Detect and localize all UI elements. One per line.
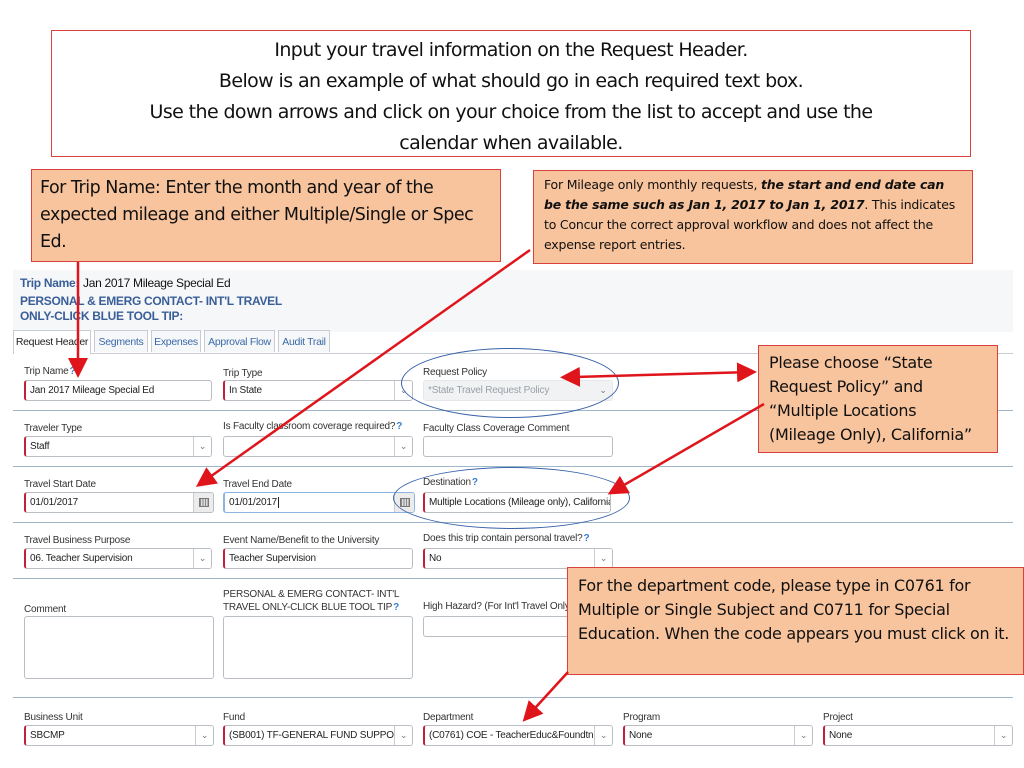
high-hazard-input[interactable] <box>423 616 573 637</box>
help-icon[interactable]: ? <box>396 421 402 432</box>
start-date-label: Travel Start Date <box>24 479 96 490</box>
event-name-input[interactable]: Teacher Supervision <box>223 548 413 569</box>
request-policy-value: *State Travel Request Policy <box>428 385 550 396</box>
tooltip-title: PERSONAL & EMERG CONTACT- INT'L TRAVEL O… <box>20 294 282 324</box>
chevron-down-icon[interactable]: ⌄ <box>394 437 412 456</box>
text-cursor <box>278 497 280 508</box>
business-purpose-value: 06. Teacher Supervision <box>30 553 133 564</box>
trip-type-select[interactable]: In State ⌄ <box>223 380 413 401</box>
department-select[interactable]: (C0761) COE - TeacherEduc&Foundtn TI ⌄ <box>423 725 613 746</box>
start-date-input[interactable]: 01/01/2017 <box>24 492 214 513</box>
faculty-coverage-label: Is Faculty classroom coverage required?? <box>223 421 403 432</box>
business-purpose-label: Travel Business Purpose <box>24 535 131 546</box>
fund-select[interactable]: (SB001) TF-GENERAL FUND SUPPORT ⌄ <box>223 725 413 746</box>
tab-expenses[interactable]: Expenses <box>151 330 201 352</box>
faculty-comment-label: Faculty Class Coverage Comment <box>423 423 570 434</box>
instruction-line: Use the down arrows and click on your ch… <box>149 101 874 123</box>
request-header-bar: Trip Name: Jan 2017 Mileage Special Ed PE… <box>13 270 1013 332</box>
chevron-down-icon[interactable]: ⌄ <box>193 549 211 568</box>
chevron-down-icon[interactable]: ⌄ <box>394 726 412 745</box>
tab-request-header[interactable]: Request Header <box>13 330 91 354</box>
program-label: Program <box>623 712 660 723</box>
fund-label: Fund <box>223 712 245 723</box>
start-date-value: 01/01/2017 <box>30 497 79 508</box>
trip-type-label: Trip Type <box>223 368 263 379</box>
tab-audit-trail[interactable]: Audit Trail <box>278 330 330 352</box>
traveler-type-select[interactable]: Staff ⌄ <box>24 436 212 457</box>
mileage-date-callout: For Mileage only monthly requests, the s… <box>533 170 973 264</box>
request-policy-label: Request Policy <box>423 367 487 378</box>
trip-name-input[interactable]: Jan 2017 Mileage Special Ed <box>24 380 212 401</box>
program-value: None <box>629 730 653 741</box>
trip-type-value: In State <box>229 385 262 396</box>
chevron-down-icon[interactable]: ⌄ <box>594 726 612 745</box>
help-icon[interactable]: ? <box>393 602 399 613</box>
personal-travel-select[interactable]: No ⌄ <box>423 548 613 569</box>
instruction-line: Input your travel information on the Req… <box>274 39 748 61</box>
traveler-type-label: Traveler Type <box>24 423 82 434</box>
end-date-value: 01/01/2017 <box>229 497 278 508</box>
instruction-line: Below is an example of what should go in… <box>218 70 804 92</box>
section-divider <box>13 697 1013 698</box>
chevron-down-icon[interactable]: ⌄ <box>594 549 612 568</box>
callout-text: For Mileage only monthly requests, <box>544 177 761 192</box>
business-unit-label: Business Unit <box>24 712 83 723</box>
project-select[interactable]: None ⌄ <box>823 725 1013 746</box>
traveler-type-value: Staff <box>30 441 50 452</box>
section-divider <box>13 522 1013 523</box>
end-date-label: Travel End Date <box>223 479 292 490</box>
emerg-contact-label: PERSONAL & EMERG CONTACT- INT'L TRAVEL O… <box>223 589 400 613</box>
department-callout: For the department code, please type in … <box>567 567 1024 675</box>
trip-title-value: Jan 2017 Mileage Special Ed <box>83 276 231 290</box>
fund-value: (SB001) TF-GENERAL FUND SUPPORT <box>229 730 407 741</box>
end-date-input[interactable]: 01/01/2017 <box>223 492 415 513</box>
chevron-down-icon[interactable]: ⌄ <box>794 726 812 745</box>
high-hazard-label: High Hazard? (For Int'l Travel Only) <box>423 601 573 612</box>
business-purpose-select[interactable]: 06. Teacher Supervision ⌄ <box>24 548 212 569</box>
instructions-box: Input your travel information on the Req… <box>51 30 971 157</box>
help-icon[interactable]: ? <box>70 366 76 377</box>
policy-callout: Please choose “State Request Policy” and… <box>758 345 998 453</box>
event-name-label: Event Name/Benefit to the University <box>223 535 380 546</box>
project-label: Project <box>823 712 853 723</box>
personal-travel-value: No <box>429 553 442 564</box>
comment-textarea[interactable] <box>24 616 214 679</box>
calendar-icon[interactable] <box>193 493 213 512</box>
tooltip-title-line: ONLY-CLICK BLUE TOOL TIP: <box>20 309 183 323</box>
calendar-icon[interactable] <box>394 493 414 512</box>
chevron-down-icon[interactable]: ⌄ <box>994 726 1012 745</box>
trip-title: Trip Name: Jan 2017 Mileage Special Ed <box>20 276 231 290</box>
program-select[interactable]: None ⌄ <box>623 725 813 746</box>
department-value: (C0761) COE - TeacherEduc&Foundtn TI <box>429 730 605 741</box>
chevron-down-icon[interactable]: ⌄ <box>394 381 412 400</box>
chevron-down-icon[interactable]: ⌄ <box>193 437 211 456</box>
project-value: None <box>829 730 853 741</box>
tooltip-title-line: PERSONAL & EMERG CONTACT- INT'L TRAVEL <box>20 294 282 308</box>
instruction-line: calendar when available. <box>399 132 623 154</box>
destination-input[interactable]: Multiple Locations (Mileage only), Calif… <box>423 492 611 513</box>
faculty-coverage-select[interactable]: ⌄ <box>223 436 413 457</box>
emerg-contact-textarea[interactable] <box>223 616 413 679</box>
business-unit-select[interactable]: SBCMP ⌄ <box>24 725 214 746</box>
business-unit-value: SBCMP <box>30 730 65 741</box>
help-icon[interactable]: ? <box>472 477 478 488</box>
section-divider <box>13 466 1013 467</box>
destination-label: Destination? <box>423 477 478 488</box>
faculty-comment-input[interactable] <box>423 436 613 457</box>
tab-approval-flow[interactable]: Approval Flow <box>204 330 275 352</box>
personal-travel-label: Does this trip contain personal travel?? <box>423 533 590 544</box>
trip-name-label: Trip Name? <box>24 366 76 377</box>
tab-segments[interactable]: Segments <box>94 330 148 352</box>
request-policy-select[interactable]: *State Travel Request Policy ⌄ <box>423 380 613 401</box>
department-label: Department <box>423 712 474 723</box>
chevron-down-icon[interactable]: ⌄ <box>195 726 213 745</box>
help-icon[interactable]: ? <box>584 533 590 544</box>
chevron-down-icon[interactable]: ⌄ <box>594 381 612 400</box>
trip-title-label: Trip Name: <box>20 276 80 290</box>
comment-label: Comment <box>24 604 66 615</box>
trip-name-callout: For Trip Name: Enter the month and year … <box>31 169 501 262</box>
